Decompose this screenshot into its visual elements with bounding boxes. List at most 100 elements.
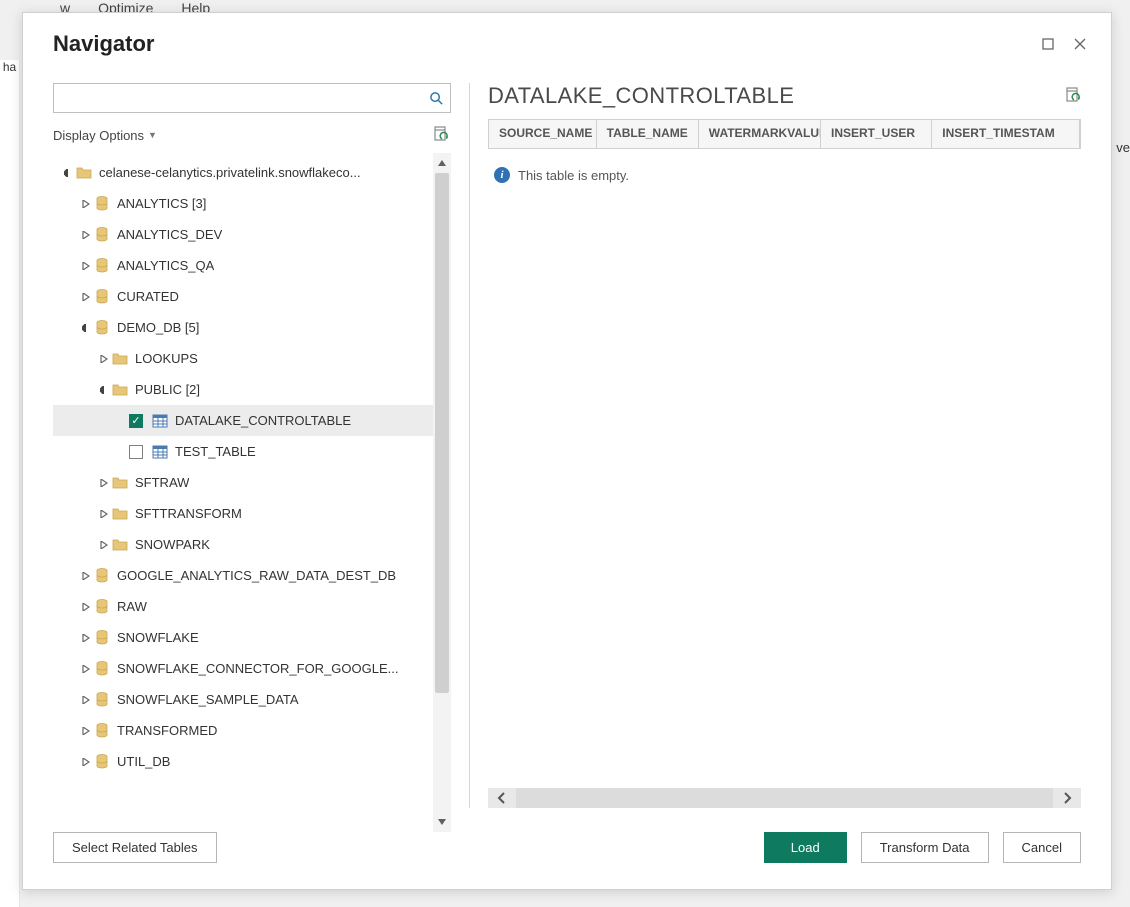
tree-checkbox[interactable]: ✓ bbox=[129, 414, 143, 428]
scrollbar-down-icon[interactable] bbox=[433, 812, 451, 832]
expander-closed-icon[interactable] bbox=[79, 758, 93, 766]
preview-horizontal-scrollbar[interactable] bbox=[488, 788, 1081, 808]
window-maximize-icon[interactable] bbox=[1039, 35, 1057, 53]
expander-closed-icon[interactable] bbox=[79, 231, 93, 239]
folder-icon bbox=[111, 474, 129, 492]
hscroll-left-icon[interactable] bbox=[488, 792, 516, 804]
expander-open-icon[interactable] bbox=[61, 169, 75, 177]
expander-closed-icon[interactable] bbox=[97, 479, 111, 487]
display-options-label: Display Options bbox=[53, 128, 144, 143]
grid-column-header[interactable]: TABLE_NAME bbox=[597, 120, 699, 148]
transform-data-button[interactable]: Transform Data bbox=[861, 832, 989, 863]
tree-item[interactable]: SNOWFLAKE bbox=[53, 622, 433, 653]
tree-item[interactable]: DEMO_DB [5] bbox=[53, 312, 433, 343]
db-icon bbox=[93, 319, 111, 337]
tree-item[interactable]: ANALYTICS [3] bbox=[53, 188, 433, 219]
tree-item[interactable]: UTIL_DB bbox=[53, 746, 433, 777]
db-icon bbox=[93, 226, 111, 244]
refresh-preview-icon[interactable] bbox=[1065, 87, 1081, 105]
select-related-tables-button[interactable]: Select Related Tables bbox=[53, 832, 217, 863]
tree-item[interactable]: TEST_TABLE bbox=[53, 436, 433, 467]
db-icon bbox=[93, 722, 111, 740]
refresh-tree-icon[interactable] bbox=[431, 125, 451, 145]
chevron-down-icon: ▼ bbox=[148, 130, 157, 140]
db-icon bbox=[93, 288, 111, 306]
db-icon bbox=[93, 660, 111, 678]
tree-item[interactable]: SFTRAW bbox=[53, 467, 433, 498]
tree-item-label: PUBLIC [2] bbox=[135, 382, 200, 397]
expander-closed-icon[interactable] bbox=[79, 262, 93, 270]
tree-item-label: GOOGLE_ANALYTICS_RAW_DATA_DEST_DB bbox=[117, 568, 396, 583]
expander-closed-icon[interactable] bbox=[97, 355, 111, 363]
tree-item[interactable]: SNOWFLAKE_CONNECTOR_FOR_GOOGLE... bbox=[53, 653, 433, 684]
db-icon bbox=[93, 598, 111, 616]
expander-closed-icon[interactable] bbox=[79, 603, 93, 611]
db-icon bbox=[93, 195, 111, 213]
tree-item-label: SNOWFLAKE bbox=[117, 630, 199, 645]
tree-item-label: RAW bbox=[117, 599, 147, 614]
tree-item-label: DATALAKE_CONTROLTABLE bbox=[175, 413, 351, 428]
expander-closed-icon[interactable] bbox=[79, 572, 93, 580]
tree-item-label: ANALYTICS [3] bbox=[117, 196, 206, 211]
tree-item[interactable]: RAW bbox=[53, 591, 433, 622]
expander-open-icon[interactable] bbox=[79, 324, 93, 332]
scrollbar-thumb[interactable] bbox=[435, 173, 449, 693]
left-ribbon-stub: ha bbox=[0, 60, 20, 907]
scrollbar-track[interactable] bbox=[433, 173, 451, 812]
tree-item-label: ANALYTICS_DEV bbox=[117, 227, 222, 242]
tree-item[interactable]: ANALYTICS_DEV bbox=[53, 219, 433, 250]
grid-column-header[interactable]: INSERT_USER bbox=[821, 120, 932, 148]
tree-item[interactable]: ✓ DATALAKE_CONTROLTABLE bbox=[53, 405, 433, 436]
display-options-dropdown[interactable]: Display Options ▼ bbox=[53, 128, 157, 143]
tree-item-label: DEMO_DB [5] bbox=[117, 320, 199, 335]
tree-item-label: TEST_TABLE bbox=[175, 444, 256, 459]
tree-item-label: LOOKUPS bbox=[135, 351, 198, 366]
expander-open-icon[interactable] bbox=[97, 386, 111, 394]
column-separator bbox=[469, 83, 470, 808]
expander-closed-icon[interactable] bbox=[97, 541, 111, 549]
tree-item-label: SFTTRANSFORM bbox=[135, 506, 242, 521]
tree-item-label: SNOWFLAKE_SAMPLE_DATA bbox=[117, 692, 299, 707]
tree-item[interactable]: GOOGLE_ANALYTICS_RAW_DATA_DEST_DB bbox=[53, 560, 433, 591]
expander-closed-icon[interactable] bbox=[97, 510, 111, 518]
scrollbar-up-icon[interactable] bbox=[433, 153, 451, 173]
cancel-button[interactable]: Cancel bbox=[1003, 832, 1081, 863]
tree-item-label: CURATED bbox=[117, 289, 179, 304]
expander-closed-icon[interactable] bbox=[79, 634, 93, 642]
expander-closed-icon[interactable] bbox=[79, 293, 93, 301]
tree-item[interactable]: celanese-celanytics.privatelink.snowflak… bbox=[53, 157, 433, 188]
navigator-tree: celanese-celanytics.privatelink.snowflak… bbox=[53, 153, 433, 777]
tree-item[interactable]: SNOWFLAKE_SAMPLE_DATA bbox=[53, 684, 433, 715]
tree-item[interactable]: CURATED bbox=[53, 281, 433, 312]
hscroll-track[interactable] bbox=[516, 788, 1053, 808]
expander-closed-icon[interactable] bbox=[79, 727, 93, 735]
tree-scrollbar[interactable] bbox=[433, 153, 451, 832]
tree-checkbox[interactable] bbox=[129, 445, 143, 459]
right-stub-text: ve bbox=[1116, 140, 1130, 155]
expander-closed-icon[interactable] bbox=[79, 665, 93, 673]
expander-closed-icon[interactable] bbox=[79, 696, 93, 704]
tree-item[interactable]: ANALYTICS_QA bbox=[53, 250, 433, 281]
preview-title: DATALAKE_CONTROLTABLE bbox=[488, 83, 794, 109]
info-icon: i bbox=[494, 167, 510, 183]
window-close-icon[interactable] bbox=[1071, 35, 1089, 53]
hscroll-right-icon[interactable] bbox=[1053, 792, 1081, 804]
db-icon bbox=[93, 691, 111, 709]
tree-item-label: ANALYTICS_QA bbox=[117, 258, 214, 273]
tree-item[interactable]: LOOKUPS bbox=[53, 343, 433, 374]
tree-item-label: SNOWFLAKE_CONNECTOR_FOR_GOOGLE... bbox=[117, 661, 398, 676]
grid-column-header[interactable]: INSERT_TIMESTAM bbox=[932, 120, 1080, 148]
grid-column-header[interactable]: SOURCE_NAME bbox=[489, 120, 597, 148]
tree-item[interactable]: PUBLIC [2] bbox=[53, 374, 433, 405]
tree-item[interactable]: SFTTRANSFORM bbox=[53, 498, 433, 529]
grid-column-header[interactable]: WATERMARKVALUE bbox=[699, 120, 821, 148]
table-icon bbox=[151, 443, 169, 461]
table-icon bbox=[151, 412, 169, 430]
expander-closed-icon[interactable] bbox=[79, 200, 93, 208]
search-input[interactable] bbox=[54, 87, 422, 110]
search-icon[interactable] bbox=[422, 91, 450, 106]
tree-item[interactable]: SNOWPARK bbox=[53, 529, 433, 560]
db-icon bbox=[93, 753, 111, 771]
load-button[interactable]: Load bbox=[764, 832, 847, 863]
tree-item[interactable]: TRANSFORMED bbox=[53, 715, 433, 746]
